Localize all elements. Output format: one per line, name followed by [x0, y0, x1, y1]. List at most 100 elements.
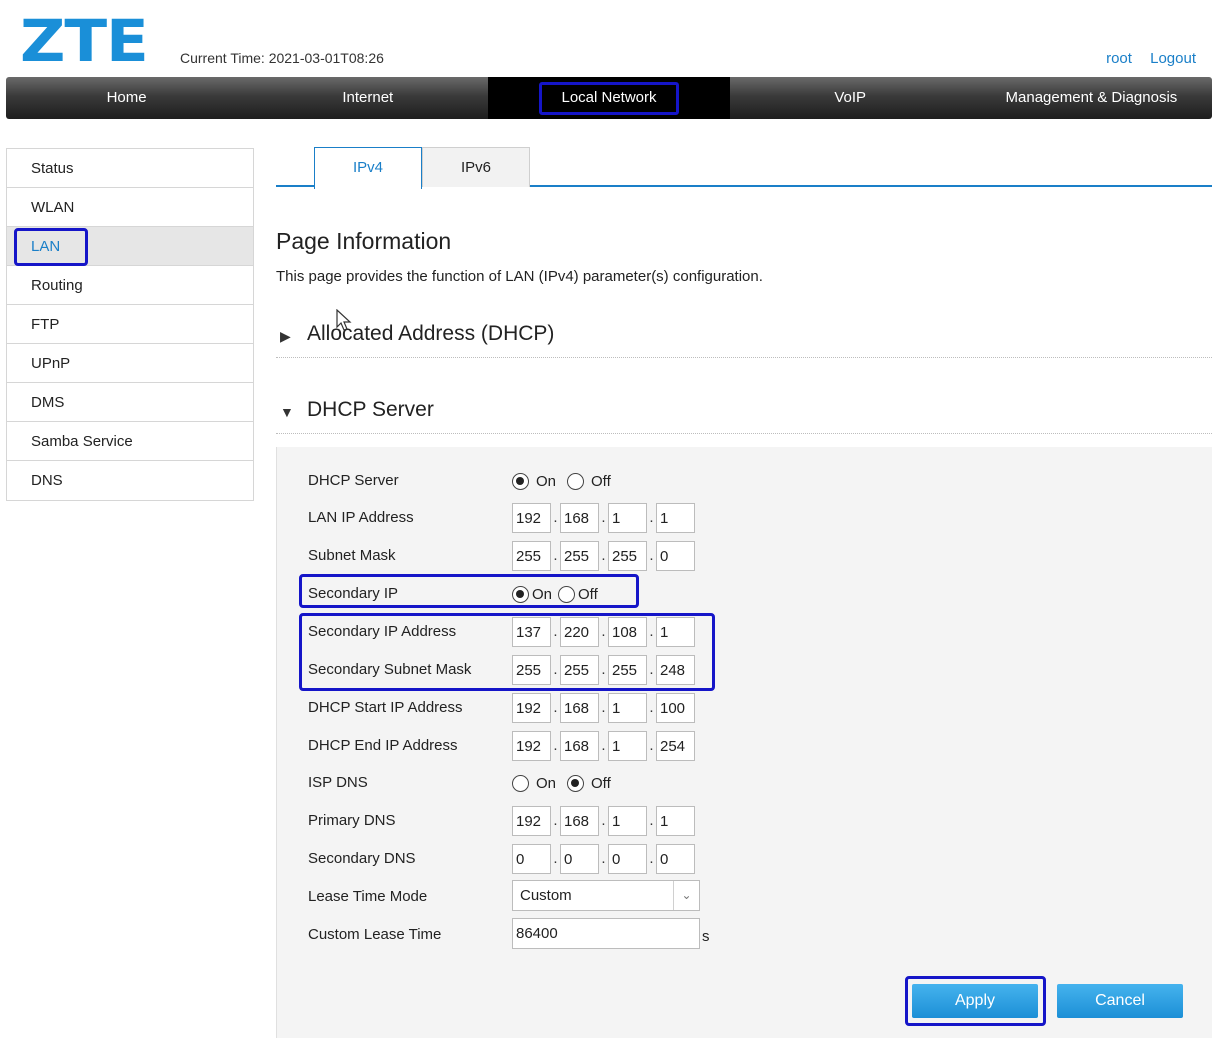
- ip-octet-input[interactable]: [656, 731, 695, 761]
- section-title: DHCP Server: [307, 398, 434, 421]
- row-isp-dns: ISP DNS On Off: [308, 768, 708, 798]
- subnet-mask-input: . . .: [512, 541, 695, 571]
- sidebar-item-status[interactable]: Status: [7, 149, 253, 188]
- dot-separator: .: [553, 737, 558, 754]
- ip-octet-input[interactable]: [608, 655, 647, 685]
- field-label: Secondary DNS: [308, 850, 416, 867]
- ip-octet-input[interactable]: [560, 693, 599, 723]
- dhcp-server-on-radio[interactable]: [512, 472, 529, 490]
- secondary-ip-off-radio[interactable]: [558, 585, 576, 603]
- ip-octet-input[interactable]: [656, 693, 695, 723]
- ip-octet-input[interactable]: [560, 844, 599, 874]
- ip-octet-input[interactable]: [608, 693, 647, 723]
- nav-internet[interactable]: Internet: [247, 77, 488, 119]
- nav-home-label: Home: [106, 89, 147, 106]
- lease-time-mode-select[interactable]: Custom ⌄: [512, 880, 700, 911]
- ip-octet-input[interactable]: [608, 503, 647, 533]
- lan-ip-input: . . .: [512, 503, 695, 533]
- field-label: Subnet Mask: [308, 547, 396, 564]
- ip-octet-input[interactable]: [656, 844, 695, 874]
- zte-logo: ZTE: [20, 7, 149, 75]
- dot-separator: .: [601, 812, 606, 829]
- ip-octet-input[interactable]: [608, 617, 647, 647]
- field-label: DHCP Start IP Address: [308, 699, 463, 716]
- section-allocated-address[interactable]: ▶ Allocated Address (DHCP): [276, 322, 1212, 358]
- ip-octet-input[interactable]: [512, 731, 551, 761]
- custom-lease-time-input[interactable]: [512, 918, 700, 949]
- expand-arrow-icon: ▶: [280, 328, 291, 344]
- field-label: Lease Time Mode: [308, 888, 428, 905]
- ip-octet-input[interactable]: [560, 541, 599, 571]
- ip-octet-input[interactable]: [560, 503, 599, 533]
- row-dhcp-start: DHCP Start IP Address . . .: [308, 693, 708, 723]
- sidebar-item-lan[interactable]: LAN: [7, 227, 253, 266]
- ip-octet-input[interactable]: [608, 731, 647, 761]
- radio-label: Off: [578, 585, 598, 603]
- sidebar-item-ftp[interactable]: FTP: [7, 305, 253, 344]
- dot-separator: .: [649, 699, 654, 716]
- sidebar-item-routing[interactable]: Routing: [7, 266, 253, 305]
- ip-octet-input[interactable]: [560, 617, 599, 647]
- dot-separator: .: [649, 737, 654, 754]
- unit-label: s: [702, 928, 710, 945]
- ip-octet-input[interactable]: [512, 693, 551, 723]
- sidebar-item-dms[interactable]: DMS: [7, 383, 253, 422]
- ip-octet-input[interactable]: [512, 541, 551, 571]
- nav-local-network[interactable]: Local Network: [488, 77, 730, 119]
- tab-ipv4[interactable]: IPv4: [314, 147, 422, 189]
- ip-octet-input[interactable]: [560, 655, 599, 685]
- radio-label: On: [532, 585, 553, 603]
- logout-link[interactable]: Logout: [1150, 50, 1196, 67]
- dot-separator: .: [553, 547, 558, 564]
- ip-octet-input[interactable]: [608, 844, 647, 874]
- ip-octet-input[interactable]: [512, 655, 551, 685]
- field-label: DHCP Server: [308, 472, 399, 489]
- sidebar-item-dns[interactable]: DNS: [7, 461, 253, 500]
- secondary-ip-on-radio[interactable]: [512, 585, 529, 603]
- ip-octet-input[interactable]: [512, 617, 551, 647]
- ip-octet-input[interactable]: [656, 617, 695, 647]
- ip-octet-input[interactable]: [512, 806, 551, 836]
- apply-button[interactable]: Apply: [912, 984, 1038, 1018]
- ip-octet-input[interactable]: [608, 806, 647, 836]
- field-label: Primary DNS: [308, 812, 396, 829]
- user-link[interactable]: root: [1106, 50, 1132, 67]
- dot-separator: .: [601, 509, 606, 526]
- sidebar: Status WLAN LAN Routing FTP UPnP DMS Sam…: [6, 148, 254, 501]
- ip-octet-input[interactable]: [656, 655, 695, 685]
- field-label: DHCP End IP Address: [308, 737, 458, 754]
- radio-label: Off: [591, 774, 611, 792]
- nav-voip[interactable]: VoIP: [730, 77, 971, 119]
- row-custom-lease-time: Custom Lease Time s: [308, 918, 710, 949]
- ip-octet-input[interactable]: [512, 503, 551, 533]
- secondary-ip-radios: On Off: [512, 579, 609, 609]
- ip-octet-input[interactable]: [512, 844, 551, 874]
- section-dhcp-server[interactable]: ▼ DHCP Server: [276, 398, 1212, 434]
- ip-octet-input[interactable]: [656, 806, 695, 836]
- dot-separator: .: [601, 623, 606, 640]
- tab-ipv6[interactable]: IPv6: [422, 147, 530, 187]
- isp-dns-on-radio[interactable]: [512, 774, 529, 792]
- nav-home[interactable]: Home: [6, 77, 247, 119]
- current-time: Current Time: 2021-03-01T08:26: [180, 50, 384, 66]
- ip-octet-input[interactable]: [656, 541, 695, 571]
- isp-dns-off-radio[interactable]: [567, 774, 585, 792]
- secondary-ip-address-input: . . .: [512, 617, 695, 647]
- cancel-button[interactable]: Cancel: [1057, 984, 1183, 1018]
- page-description: This page provides the function of LAN (…: [276, 268, 763, 285]
- dot-separator: .: [649, 623, 654, 640]
- ip-octet-input[interactable]: [560, 731, 599, 761]
- nav-management-diagnosis[interactable]: Management & Diagnosis: [971, 77, 1212, 119]
- row-dhcp-end: DHCP End IP Address . . .: [308, 731, 708, 761]
- sidebar-item-samba-service[interactable]: Samba Service: [7, 422, 253, 461]
- row-secondary-subnet-mask: Secondary Subnet Mask . . .: [308, 655, 708, 685]
- dhcp-server-off-radio[interactable]: [567, 472, 585, 490]
- nav-management-label: Management & Diagnosis: [1005, 89, 1178, 106]
- sidebar-item-upnp[interactable]: UPnP: [7, 344, 253, 383]
- ip-octet-input[interactable]: [656, 503, 695, 533]
- ip-octet-input[interactable]: [560, 806, 599, 836]
- sidebar-item-wlan[interactable]: WLAN: [7, 188, 253, 227]
- ip-octet-input[interactable]: [608, 541, 647, 571]
- field-label: Secondary IP: [308, 585, 399, 602]
- dot-separator: .: [553, 699, 558, 716]
